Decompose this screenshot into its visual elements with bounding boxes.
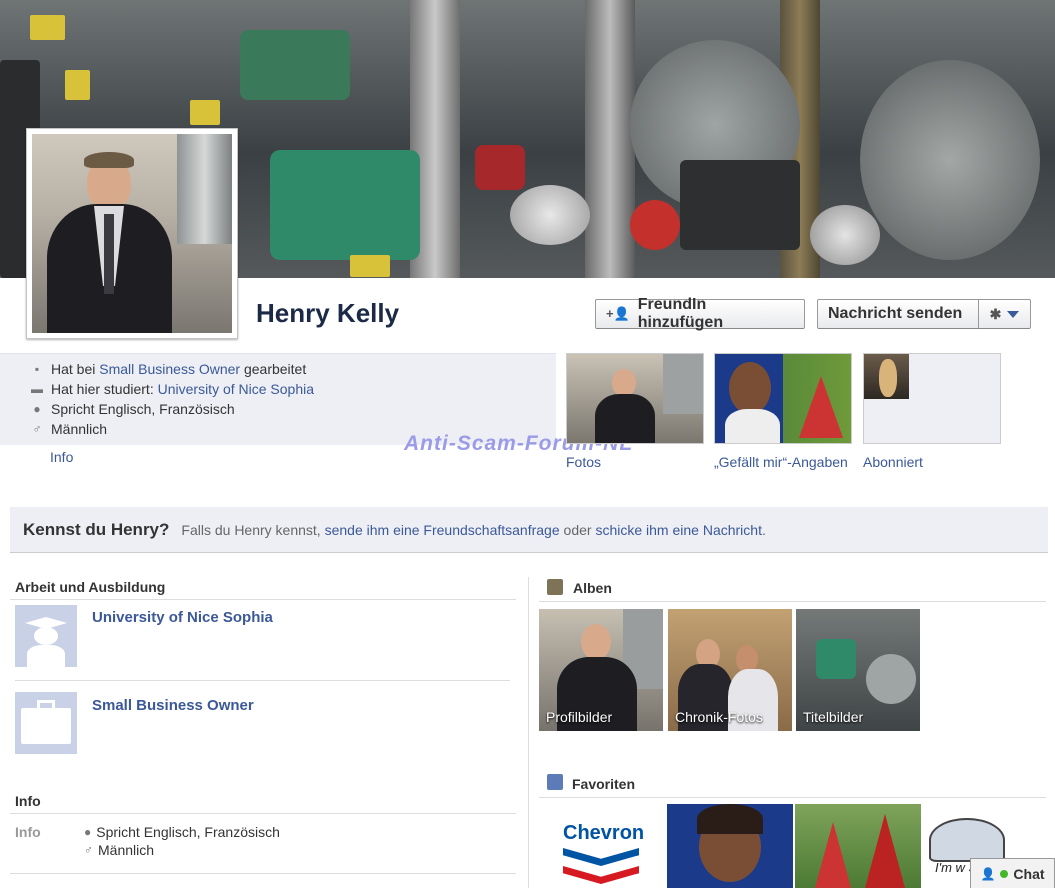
profile-picture[interactable] [26,128,238,339]
employer-link[interactable]: Small Business Owner [92,697,254,714]
album-icon [547,579,563,595]
male-icon: ♂ [32,422,42,436]
album-label: Chronik-Fotos [675,709,763,725]
album-profile-pictures[interactable]: Profilbilder [539,609,663,731]
gender-row: ♂ Männlich [31,421,108,437]
add-friend-label: FreundIn hinzufügen [637,296,724,331]
options-menu-button[interactable]: ✱ [978,299,1031,329]
education-link[interactable]: University of Nice Sophia [92,609,273,626]
gender-text: Männlich [51,421,108,437]
send-message-label: Nachricht senden [828,305,963,322]
likes-thumbnail[interactable] [714,353,852,444]
know-prompt-bar: Kennst du Henry? Falls du Henry kennst, … [10,507,1048,553]
chevron-logo-text: Chevron [563,822,645,844]
favorite-dolls[interactable] [795,804,921,888]
info-languages-text: Spricht Englisch, Französisch [96,824,280,840]
work-suffix: gearbeitet [243,361,307,377]
thumbs-up-icon [547,774,563,790]
know-prompt-heading: Kennst du Henry? [23,519,170,539]
work-prefix: Hat bei [51,361,96,377]
graduation-cap-icon: ▬ [31,382,43,396]
languages-text: Spricht Englisch, Französisch [51,401,235,417]
add-friend-button[interactable]: +👤 FreundIn hinzufügen [595,296,805,331]
chat-label: Chat [1013,865,1045,882]
work-education-title: Arbeit und Ausbildung [15,579,166,595]
know-prompt-text3: . [761,521,766,538]
favorites-title: Favoriten [572,776,636,792]
school-icon [15,605,77,667]
globe-icon: ● [84,825,92,839]
gear-icon: ✱ [989,305,1002,322]
male-icon: ♂ [84,843,93,857]
study-prefix: Hat hier studiert: [51,381,154,397]
add-friend-icon: +👤 [606,306,630,321]
friend-request-link[interactable]: sende ihm eine Freundschaftsanfrage [325,522,560,538]
chat-button[interactable]: 👤 Chat [970,858,1055,888]
send-message-button[interactable]: Nachricht senden [817,299,979,329]
subscribed-thumbnail[interactable] [863,353,1001,444]
album-label: Titelbilder [803,709,864,725]
send-message-link[interactable]: schicke ihm eine Nachricht [595,522,762,538]
column-divider [528,577,529,888]
info-gender: ♂ Männlich [84,842,154,858]
chevron-down-icon [1007,310,1020,318]
albums-title: Alben [573,580,612,596]
album-cover-photos[interactable]: Titelbilder [796,609,920,731]
info-languages: ● Spricht Englisch, Französisch [84,824,280,840]
info-link[interactable]: Info [50,449,73,465]
info-row-label: Info [15,824,41,840]
profile-name: Henry Kelly [256,298,400,328]
photos-thumbnail[interactable] [566,353,704,444]
work-row: ▪ Hat bei Small Business Owner gearbeite… [31,361,306,377]
info-gender-text: Männlich [98,842,155,858]
subscribed-label[interactable]: Abonniert [863,454,923,470]
briefcase-icon [15,692,77,754]
online-status-icon [1000,869,1009,878]
likes-label[interactable]: „Gefällt mir“-Angaben [714,454,848,470]
album-timeline-photos[interactable]: Chronik-Fotos [668,609,792,731]
know-prompt-text: Falls du Henry kennst, sende ihm eine Fr… [181,522,765,538]
photos-label[interactable]: Fotos [566,454,601,470]
know-prompt-text1: Falls du Henry kennst, [181,521,321,538]
favorite-chevron[interactable]: Chevron [539,804,665,888]
favorite-michelle-obama[interactable] [667,804,793,888]
album-label: Profilbilder [546,709,613,725]
work-link[interactable]: Small Business Owner [99,361,240,377]
study-link[interactable]: University of Nice Sophia [158,381,314,397]
languages-row: ● Spricht Englisch, Französisch [31,401,235,417]
study-row: ▬ Hat hier studiert: University of Nice … [31,381,314,397]
info-section-title: Info [15,793,41,809]
user-icon: 👤 [980,866,996,881]
globe-icon: ● [33,402,41,416]
briefcase-icon: ▪ [34,362,40,376]
know-prompt-text2: oder [563,521,592,538]
